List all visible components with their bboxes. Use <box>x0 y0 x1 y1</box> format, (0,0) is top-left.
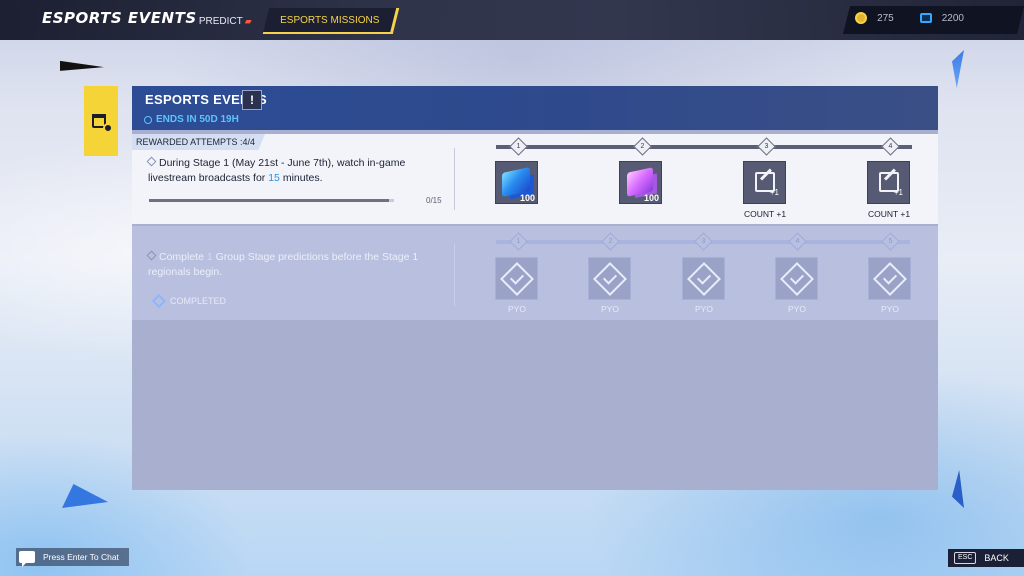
track-node-number: 1 <box>516 143 521 150</box>
reward-label: COUNT +1 <box>867 209 911 219</box>
event-timer: ENDS IN 50D 19H <box>144 114 239 125</box>
reward-label: PYO <box>788 304 806 314</box>
track-node-number: 3 <box>701 238 706 245</box>
currency-units[interactable]: 2200 <box>919 13 964 24</box>
track-node-number: 1 <box>516 238 521 245</box>
reward-label: COUNT +1 <box>743 209 787 219</box>
new-flag-icon: ▰ <box>244 15 252 26</box>
track-node-number: 3 <box>764 143 769 150</box>
reward-label: PYO <box>601 304 619 314</box>
mission-progress-text: 0/15 <box>426 196 442 205</box>
mission-description: Complete 1 Group Stage predictions befor… <box>146 250 419 278</box>
diamond-bullet-icon <box>146 156 157 167</box>
pyo-icon <box>687 262 721 296</box>
chat-bubble-icon <box>19 551 35 567</box>
corner-decoration-bottom-left <box>62 484 108 508</box>
gold-coin-icon <box>855 12 868 24</box>
rewarded-attempts-badge: REWARDED ATTEMPTS :4/4 <box>132 134 266 150</box>
chat-prompt[interactable]: Press Enter To Chat <box>16 548 129 567</box>
reward-track <box>496 145 912 149</box>
reward-slot[interactable]: 100 <box>619 161 662 204</box>
esc-key-icon: ESC <box>954 552 977 564</box>
pyo-icon <box>873 262 907 296</box>
completed-check-icon <box>151 293 167 309</box>
divider <box>454 244 455 306</box>
events-side-tab[interactable] <box>84 86 118 156</box>
tab-bar: PREDICT ▰ ESPORTS MISSIONS <box>182 8 400 34</box>
tab-esports-missions[interactable]: ESPORTS MISSIONS <box>262 8 400 34</box>
diamond-bullet-icon <box>146 250 157 261</box>
panel-header: ESPORTS EVENTS ! ENDS IN 50D 19H <box>132 86 938 130</box>
corner-decoration-top-left <box>60 60 104 78</box>
tab-predict[interactable]: PREDICT ▰ <box>182 8 269 34</box>
corner-decoration-bottom-right <box>952 470 964 508</box>
pyo-icon <box>500 262 534 296</box>
back-button[interactable]: ESC BACK <box>948 549 1024 567</box>
reward-slot[interactable] <box>588 257 631 300</box>
corner-decoration-top-right <box>952 50 964 88</box>
reward-slot[interactable] <box>868 257 911 300</box>
page-title: ESPORTS EVENTS <box>42 9 197 27</box>
currency-list: 275 2200 <box>855 12 964 24</box>
mission-status: COMPLETED <box>151 293 226 309</box>
track-node-number: 4 <box>888 143 893 150</box>
mission-description: During Stage 1 (May 21st - June 7th), wa… <box>146 156 406 184</box>
reward-label: PYO <box>508 304 526 314</box>
missions-panel: ESPORTS EVENTS ! ENDS IN 50D 19H REWARDE… <box>132 86 938 490</box>
track-node-number: 2 <box>640 143 645 150</box>
info-button[interactable]: ! <box>242 90 262 110</box>
reward-slot[interactable]: 100 <box>495 161 538 204</box>
reward-label: PYO <box>881 304 899 314</box>
reward-slot[interactable] <box>775 257 818 300</box>
reward-slot[interactable]: +1 <box>743 161 786 204</box>
reward-label: PYO <box>695 304 713 314</box>
track-node-number: 4 <box>795 238 800 245</box>
calendar-icon <box>92 112 113 133</box>
track-node-number: 5 <box>888 238 893 245</box>
track-node-number: 2 <box>608 238 613 245</box>
pyo-icon <box>780 262 814 296</box>
pyo-icon <box>593 262 627 296</box>
divider <box>454 148 455 210</box>
mission-progress-bar <box>149 199 394 202</box>
reward-slot[interactable]: +1 <box>867 161 910 204</box>
currency-gold[interactable]: 275 <box>855 12 894 24</box>
reward-slot[interactable] <box>682 257 725 300</box>
blue-unit-icon <box>919 13 932 23</box>
clock-icon <box>144 115 152 124</box>
reward-slot[interactable] <box>495 257 538 300</box>
